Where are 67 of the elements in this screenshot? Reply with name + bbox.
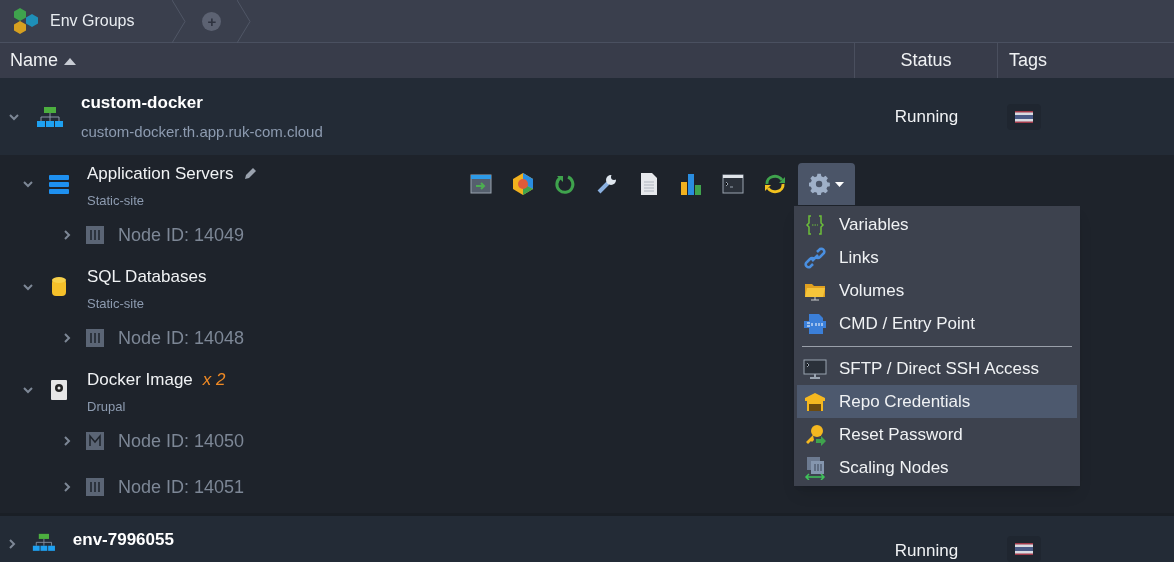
hard-drive-icon <box>50 378 68 401</box>
chevron-right-icon[interactable] <box>61 332 73 344</box>
column-header[interactable]: Name <box>10 47 58 74</box>
node-icon <box>86 478 104 496</box>
menu-item[interactable]: Scaling Nodes <box>797 451 1077 484</box>
node-icon <box>86 432 104 450</box>
warehouse-icon <box>804 390 826 413</box>
environment-name[interactable]: env-7996055 <box>72 527 174 553</box>
monitor-icon <box>803 357 827 380</box>
bar-chart-icon[interactable] <box>680 172 702 196</box>
server-stack-icon <box>48 173 70 194</box>
thailand-flag-icon[interactable] <box>1007 536 1041 562</box>
key-icon <box>804 423 826 446</box>
group-subtitle: Static-site <box>87 294 146 313</box>
node-label[interactable]: Node ID: 14049 <box>118 221 245 249</box>
environment-domain[interactable]: custom-docker.th.app.ruk-com.cloud <box>81 121 323 144</box>
group-subtitle: Static-site <box>87 191 146 210</box>
chevron-right-icon[interactable] <box>6 537 18 550</box>
thailand-flag-icon[interactable] <box>1007 103 1041 130</box>
group-title[interactable]: Application Servers <box>87 161 234 187</box>
node-label[interactable]: Node ID: 14048 <box>118 324 245 352</box>
column-header[interactable]: Status <box>900 47 952 74</box>
restart-icon[interactable] <box>554 173 576 195</box>
scaling-icon <box>804 455 826 480</box>
menu-item[interactable]: Repo Credentials <box>797 385 1077 418</box>
status-text: Running <box>894 540 959 562</box>
group-subtitle: Drupal <box>87 397 127 416</box>
chevron-right-icon[interactable] <box>61 435 73 447</box>
document-icon[interactable] <box>639 172 659 196</box>
braces-icon <box>804 213 826 236</box>
refresh-arrows-icon[interactable] <box>763 173 787 195</box>
settings-icon <box>809 173 831 195</box>
pencil-icon[interactable] <box>243 166 259 182</box>
group-title[interactable]: SQL Databases <box>87 264 207 290</box>
topology-icon <box>36 105 64 128</box>
node-icon <box>86 226 104 244</box>
environment-row[interactable]: env-7996055 Running <box>0 513 1174 562</box>
environment-row[interactable]: custom-docker custom-docker.th.app.ruk-com.cloud Running <box>0 78 1174 155</box>
node-count: x 2 <box>202 369 226 391</box>
node-icon <box>86 329 104 347</box>
node-label[interactable]: Node ID: 14051 <box>118 473 245 501</box>
topology-icon <box>32 533 56 553</box>
open-in-browser-icon[interactable] <box>470 173 492 195</box>
caret-icon <box>835 181 844 187</box>
settings-button[interactable] <box>798 163 855 205</box>
node-label[interactable]: Node ID: 14050 <box>118 427 245 455</box>
menu-item[interactable]: CMD / Entry Point <box>797 307 1077 340</box>
menu-item[interactable]: Reset Password <box>797 418 1077 451</box>
menu-item[interactable]: SFTP / Direct SSH Access <box>797 352 1077 385</box>
chevron-right-icon[interactable] <box>61 229 73 241</box>
wrench-icon[interactable] <box>596 173 618 195</box>
status-text: Running <box>894 105 959 128</box>
cmd-file-icon <box>804 312 826 335</box>
menu-item[interactable]: Links <box>797 241 1077 274</box>
breadcrumb-title[interactable]: Env Groups <box>50 9 135 33</box>
sort-ascending-icon[interactable] <box>64 56 76 65</box>
hexagon-icon[interactable] <box>511 172 535 196</box>
chevron-right-icon[interactable] <box>61 481 73 493</box>
column-header[interactable]: Tags <box>1009 47 1048 74</box>
terminal-icon[interactable] <box>722 173 744 195</box>
menu-item[interactable]: Variables <box>797 208 1077 241</box>
database-icon <box>51 275 67 298</box>
hexagons-logo-icon <box>12 7 40 35</box>
environment-name[interactable]: custom-docker <box>81 89 323 115</box>
link-icon <box>804 246 826 269</box>
group-title[interactable]: Docker Image <box>87 367 193 393</box>
menu-item[interactable]: Volumes <box>797 274 1077 307</box>
